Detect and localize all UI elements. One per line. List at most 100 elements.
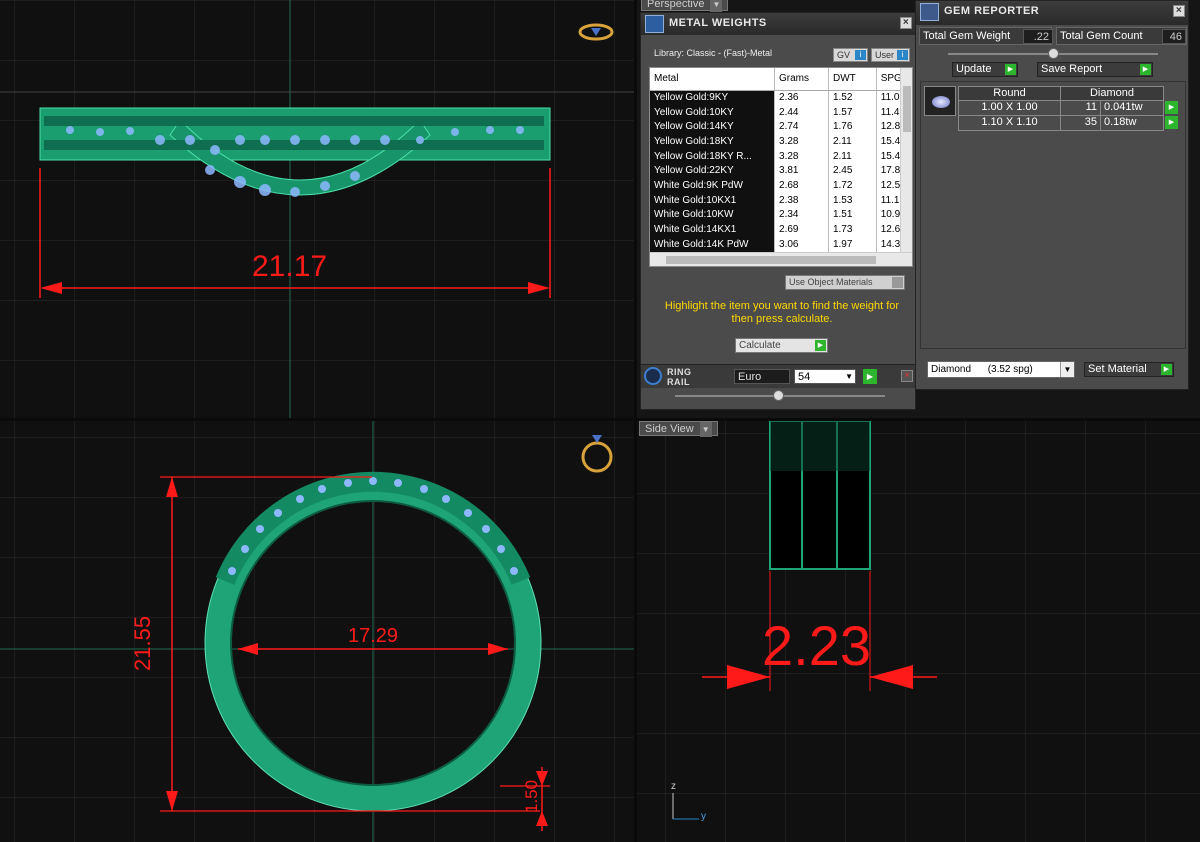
close-icon[interactable]: × [1173,5,1185,17]
ring-band-side [769,421,871,570]
chevron-down-icon: ▼ [845,372,853,381]
metal-cell: Yellow Gold:9KY [650,90,776,105]
metal-row[interactable]: White Gold:14K PdW 3.06 1.97 14.3 [650,236,912,252]
gem-reporter-title-bar[interactable]: GEM REPORTER × [916,1,1188,25]
dimension-inner-label: 17.29 [348,625,399,647]
metal-cell: 2.74 [774,119,829,135]
metal-weights-title: METAL WEIGHTS [669,17,767,29]
metal-cell: 1.73 [828,222,877,237]
save-report-button[interactable]: Save Report ▶ [1037,62,1153,77]
viewport-side[interactable]: Side View ▼ 2.23 z y [637,421,1200,842]
ring-size-value: 54 [798,371,811,383]
metal-row[interactable]: Yellow Gold:18KY R... 3.28 2.11 15.4 [650,148,912,164]
metal-cell: 2.11 [828,148,877,164]
gv-button[interactable]: GV i [833,48,868,62]
play-icon: ▶ [1140,64,1151,75]
col-header[interactable]: Metal [650,68,776,91]
metal-cell: 2.36 [774,90,829,105]
metal-row[interactable]: Yellow Gold:10KY 2.44 1.57 11.4 [650,104,912,120]
slider-handle[interactable] [1048,48,1059,59]
perspective-view-label[interactable]: Perspective ▼ [641,0,729,12]
ring-size-select[interactable]: 54 ▼ [794,369,856,384]
ring-rail-icon [644,367,662,385]
toggle-icon [892,277,903,288]
metal-cell: 1.53 [828,192,877,208]
calculate-button[interactable]: Calculate ▶ [735,338,828,353]
metal-weights-panel: METAL WEIGHTS × Library: Classic - (Fast… [640,12,917,410]
metal-row[interactable]: Yellow Gold:9KY 2.36 1.52 11.0 [650,90,912,105]
use-object-materials-button[interactable]: Use Object Materials [785,275,905,290]
metal-row[interactable]: Yellow Gold:14KY 2.74 1.76 12.8 [650,119,912,135]
vertical-scrollbar[interactable] [900,68,912,254]
metal-cell: Yellow Gold:10KY [650,104,776,120]
gem-table: Round Diamond 1.00 X 1.00 11 0.041tw ▶ 1.10 … [958,86,1178,131]
user-button[interactable]: User i [871,48,910,62]
metal-table: Metal Grams DWT SPG Yellow Gold:9KY 2.36 1… [650,68,912,252]
material-select[interactable]: Diamond (3.52 spg) ▼ [927,361,1075,378]
user-label: User [875,50,895,60]
side-view-label[interactable]: Side View ▼ [639,421,718,437]
set-material-button[interactable]: Set Material ▶ [1084,362,1174,377]
chevron-down-icon[interactable]: ▼ [699,422,712,437]
metal-cell: Yellow Gold:22KY [650,163,776,179]
metal-row[interactable]: White Gold:14KX1 2.69 1.73 12.6 [650,222,912,237]
calculate-label: Calculate [739,340,781,351]
gem-row-play-icon[interactable]: ▶ [1165,101,1178,114]
metal-row[interactable]: Yellow Gold:22KY 3.81 2.45 17.8 [650,163,912,179]
metal-cell: 2.11 [828,134,877,149]
metal-cell: 3.06 [774,236,829,252]
perspective-label-text: Perspective [647,0,705,10]
chevron-down-icon[interactable]: ▼ [710,0,723,12]
scroll-thumb-h[interactable] [666,256,876,264]
horizontal-scrollbar[interactable] [650,252,912,266]
gem-reporter-title: GEM REPORTER [944,5,1040,17]
gem-slider[interactable] [948,48,1158,59]
gem-material-header: Diamond [1089,87,1135,99]
metal-cell: 3.28 [774,134,829,149]
viewport-top[interactable]: 21.55 17.29 1.50 [0,421,634,842]
gem-row[interactable]: 1.00 X 1.00 11 0.041tw ▶ [958,101,1178,116]
dimension-outer-label: 21.55 [130,615,155,671]
play-icon: ▶ [1005,64,1016,75]
gem-thumbnail[interactable] [924,86,956,116]
close-icon[interactable]: × [900,17,912,29]
gem-size: 1.00 X 1.00 [959,101,1061,115]
total-weight-label: Total Gem Weight [923,30,1011,42]
metal-cell: Yellow Gold:18KY R... [650,148,776,164]
close-icon[interactable]: × [901,370,913,382]
metal-cell: 2.68 [774,178,829,193]
viewport-front[interactable]: 21.17 [0,0,634,418]
play-icon: ▶ [815,340,826,351]
metal-cell: 2.34 [774,207,829,223]
metal-weights-title-bar[interactable]: METAL WEIGHTS × [641,13,915,35]
gem-row[interactable]: 1.10 X 1.10 35 0.18tw ▶ [958,116,1178,131]
gem-weight: 0.18tw [1104,116,1137,128]
metal-cell: 2.69 [774,222,829,237]
ring-system-field[interactable]: Euro [734,369,790,384]
metal-cell: White Gold:10KX1 [650,192,776,208]
metal-table-container[interactable]: Metal Grams DWT SPG Yellow Gold:9KY 2.36 1… [649,67,913,267]
metal-row[interactable]: Yellow Gold:18KY 3.28 2.11 15.4 [650,134,912,149]
col-header[interactable]: DWT [828,68,877,91]
ring-rail-go-button[interactable]: ▶ [863,369,877,384]
diamond-icon [932,96,950,108]
metal-row[interactable]: White Gold:9K PdW 2.68 1.72 12.5 [650,178,912,193]
metal-cell: 2.45 [828,163,877,179]
metal-row[interactable]: White Gold:10KW 2.34 1.51 10.9 [650,207,912,223]
gem-count: 35 [1061,116,1101,130]
metal-cell: White Gold:14K PdW [650,236,776,252]
slider-handle[interactable] [773,390,784,401]
panel-slider[interactable] [675,390,885,401]
metal-cell: 2.44 [774,104,829,120]
col-header[interactable]: Grams [774,68,829,91]
scroll-thumb[interactable] [903,86,911,132]
update-button[interactable]: Update ▶ [952,62,1018,77]
gem-reporter-panel: GEM REPORTER × Total Gem Weight .22 Tota… [915,0,1189,390]
gem-row-play-icon[interactable]: ▶ [1165,116,1178,129]
metal-cell: 3.81 [774,163,829,179]
metal-row[interactable]: White Gold:10KX1 2.38 1.53 11.1 [650,192,912,208]
metal-cell: Yellow Gold:18KY [650,134,776,149]
gem-list[interactable]: Round Diamond 1.00 X 1.00 11 0.041tw ▶ 1.10 … [920,81,1186,349]
dimension-thickness-label: 1.50 [522,779,541,813]
dimension-width-label: 21.17 [252,250,328,283]
